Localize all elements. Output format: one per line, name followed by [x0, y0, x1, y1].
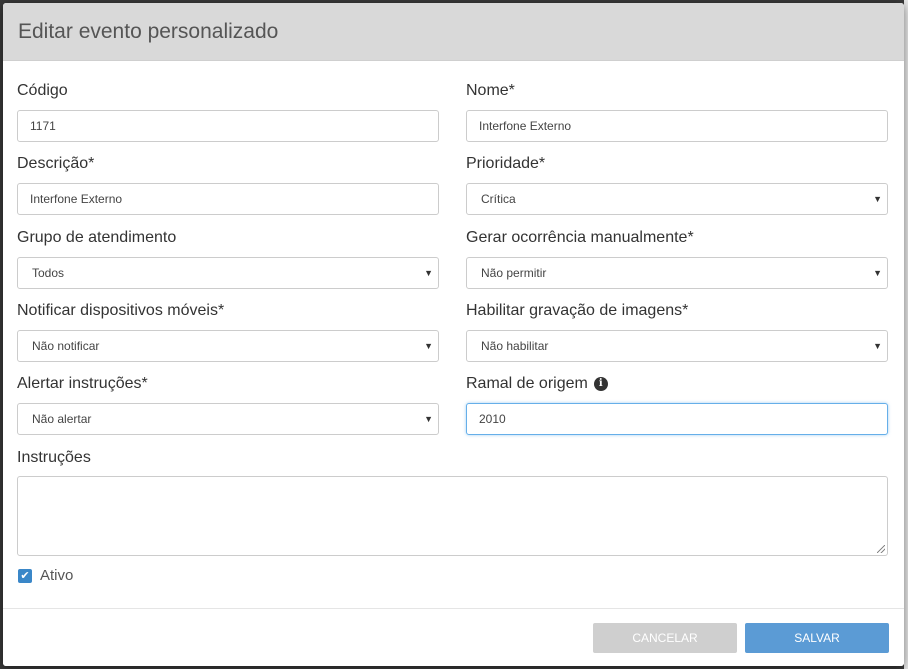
gravacao-label: Habilitar gravação de imagens* [466, 302, 689, 319]
grupo-value: Todos [32, 266, 65, 280]
codigo-input[interactable]: 1171 [17, 110, 439, 142]
caret-down-icon: ▼ [873, 268, 882, 278]
descricao-label: Descrição* [17, 155, 95, 172]
gravacao-select[interactable]: Não habilitar ▼ [466, 330, 888, 362]
alertar-label: Alertar instruções* [17, 375, 148, 392]
grupo-field: Grupo de atendimento Todos ▼ [17, 228, 439, 289]
ramal-field: Ramal de origem i 2010 [466, 374, 888, 435]
prioridade-select[interactable]: Crítica ▼ [466, 183, 888, 215]
nome-input[interactable]: Interfone Externo [466, 110, 888, 142]
alertar-select[interactable]: Não alertar ▼ [17, 403, 439, 435]
instrucoes-textarea[interactable] [17, 476, 888, 556]
codigo-field: Código 1171 [17, 81, 439, 142]
gerar-value: Não permitir [481, 266, 547, 280]
prioridade-field: Prioridade* Crítica ▼ [466, 154, 888, 215]
info-icon[interactable]: i [593, 377, 608, 391]
nome-label: Nome* [466, 82, 515, 99]
cancel-button[interactable]: CANCELAR [593, 623, 737, 653]
prioridade-value: Crítica [481, 192, 516, 206]
ramal-label: Ramal de origem [466, 375, 588, 392]
modal-header: Editar evento personalizado [3, 3, 904, 61]
alertar-value: Não alertar [32, 412, 92, 426]
ativo-label[interactable]: Ativo [40, 567, 73, 584]
checkmark-icon: ✔ [20, 570, 30, 582]
codigo-label: Código [17, 82, 68, 99]
resize-handle-icon[interactable] [877, 545, 885, 553]
nome-field: Nome* Interfone Externo [466, 81, 888, 142]
prioridade-label: Prioridade* [466, 155, 546, 172]
modal-body: Código 1171 Nome* Interfone Externo Desc… [3, 61, 904, 609]
caret-down-icon: ▼ [873, 341, 882, 351]
caret-down-icon: ▼ [424, 268, 433, 278]
ramal-input[interactable]: 2010 [466, 403, 888, 435]
ramal-label-row: Ramal de origem i [466, 374, 888, 394]
descricao-field: Descrição* Interfone Externo [17, 154, 439, 215]
gravacao-field: Habilitar gravação de imagens* Não habil… [466, 301, 888, 362]
alertar-field: Alertar instruções* Não alertar ▼ [17, 374, 439, 435]
gravacao-value: Não habilitar [481, 339, 549, 353]
modal-title: Editar evento personalizado [18, 19, 279, 43]
notificar-field: Notificar dispositivos móveis* Não notif… [17, 301, 439, 362]
edit-event-modal: Editar evento personalizado Código 1171 … [3, 3, 904, 666]
descricao-input[interactable]: Interfone Externo [17, 183, 439, 215]
caret-down-icon: ▼ [873, 194, 882, 204]
notificar-value: Não notificar [32, 339, 100, 353]
gerar-select[interactable]: Não permitir ▼ [466, 257, 888, 289]
instrucoes-field: Instruções [17, 448, 888, 556]
grupo-label: Grupo de atendimento [17, 229, 177, 246]
ativo-row: ✔ Ativo [18, 567, 73, 584]
save-button[interactable]: SALVAR [745, 623, 889, 653]
caret-down-icon: ▼ [424, 414, 433, 424]
caret-down-icon: ▼ [424, 341, 433, 351]
notificar-label: Notificar dispositivos móveis* [17, 302, 225, 319]
instrucoes-label: Instruções [17, 449, 91, 466]
gerar-label: Gerar ocorrência manualmente* [466, 229, 694, 246]
grupo-select[interactable]: Todos ▼ [17, 257, 439, 289]
background-page-edge [904, 0, 908, 669]
modal-footer: CANCELAR SALVAR [3, 608, 904, 666]
ativo-checkbox[interactable]: ✔ [18, 568, 32, 583]
gerar-field: Gerar ocorrência manualmente* Não permit… [466, 228, 888, 289]
notificar-select[interactable]: Não notificar ▼ [17, 330, 439, 362]
